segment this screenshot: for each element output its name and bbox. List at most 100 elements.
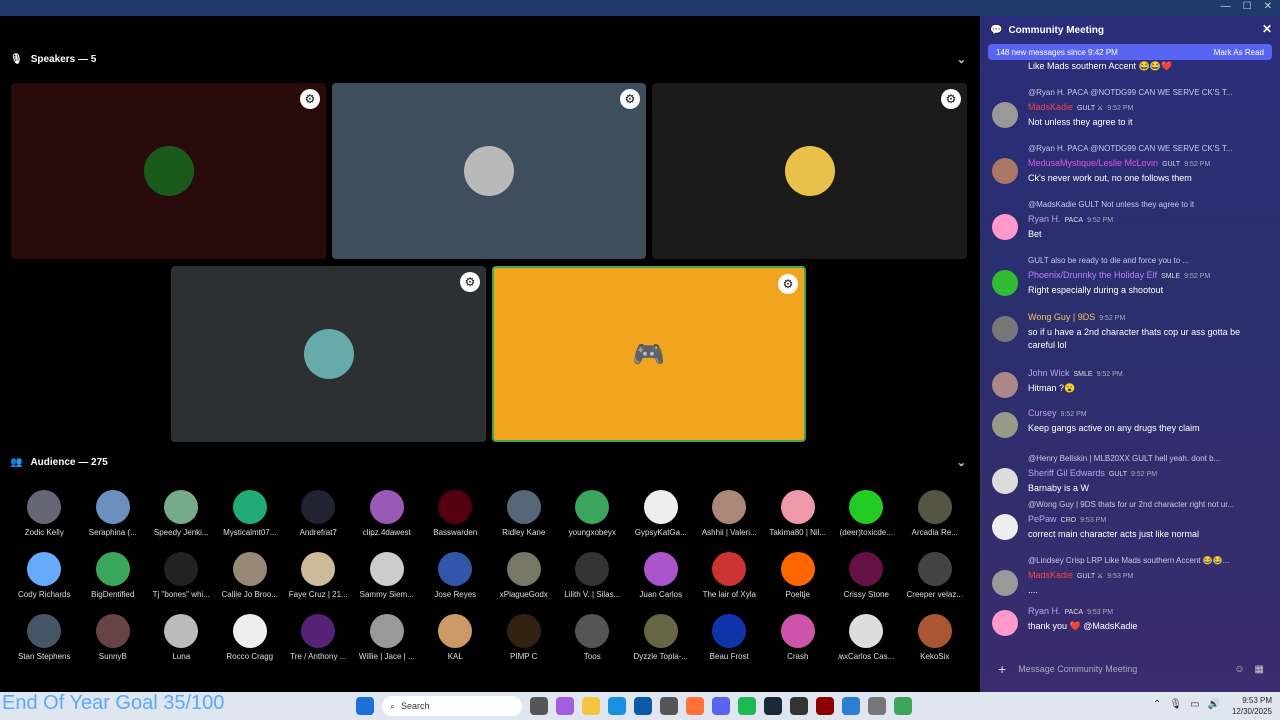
game-icon[interactable]	[816, 697, 834, 715]
spotify-icon[interactable]	[738, 697, 756, 715]
avatar[interactable]	[992, 468, 1018, 494]
firefox-icon[interactable]	[686, 697, 704, 715]
clock[interactable]: 9:53 PM 12/30/2025	[1232, 695, 1272, 717]
avatar[interactable]	[992, 610, 1018, 636]
network-icon[interactable]: ▭	[1190, 699, 1199, 710]
avatar[interactable]	[992, 316, 1018, 342]
author-name[interactable]: Phoenix/Drunnky the Holiday Elf	[1028, 270, 1157, 280]
copilot-icon[interactable]	[556, 697, 574, 715]
mark-read-button[interactable]: Mark As Read	[1214, 48, 1264, 57]
audience-member[interactable]: Crissy Stone	[832, 552, 901, 608]
audience-member[interactable]: Ashhii | Valeri...	[695, 490, 764, 546]
tile-settings-icon[interactable]: ⚙	[460, 272, 480, 292]
avatar[interactable]	[992, 102, 1018, 128]
audience-member[interactable]: Toos	[558, 614, 627, 670]
audience-member[interactable]: Seraphina (...	[79, 490, 148, 546]
audience-member[interactable]: Andrefrat7	[284, 490, 353, 546]
audience-header[interactable]: 👥 Audience — 275 ⌄	[10, 457, 968, 469]
emoji-icon[interactable]: ☺	[1234, 664, 1244, 675]
avatar[interactable]	[992, 270, 1018, 296]
store-icon[interactable]	[634, 697, 652, 715]
audience-member[interactable]: Creeper velaz...	[901, 552, 970, 608]
reply-preview[interactable]: @MadsKadie GULT Not unless they agree to…	[1028, 200, 1194, 209]
app2-icon[interactable]	[894, 697, 912, 715]
new-messages-bar[interactable]: 148 new messages since 9:42 PM Mark As R…	[988, 44, 1272, 60]
speaker-tile[interactable]: ⚙	[652, 83, 967, 259]
mic-icon[interactable]: 🎙	[1169, 699, 1182, 710]
tile-settings-icon[interactable]: ⚙	[941, 89, 961, 109]
edge-icon[interactable]	[608, 697, 626, 715]
reply-preview[interactable]: @Wong Guy | 9DS thats for ur 2nd charact…	[1028, 500, 1234, 509]
audience-member[interactable]: Takima80 | Nil...	[764, 490, 833, 546]
steam-icon[interactable]	[764, 697, 782, 715]
audience-member[interactable]: ʍxCarlos Cas...	[832, 614, 901, 670]
author-name[interactable]: Ryan H.	[1028, 214, 1061, 224]
tile-settings-icon[interactable]: ⚙	[620, 89, 640, 109]
plus-icon[interactable]: +	[998, 661, 1006, 677]
audience-member[interactable]: Basswarden	[421, 490, 490, 546]
speaker-tile[interactable]: ⚙	[332, 83, 646, 259]
reply-preview[interactable]: @Lindsey Crisp LRP Like Mads southern Ac…	[1028, 556, 1229, 565]
search-box[interactable]: ⌕ Search	[382, 696, 522, 716]
audience-member[interactable]: Mysticalmt07...	[216, 490, 285, 546]
tile-settings-icon[interactable]: ⚙	[778, 274, 798, 294]
speaker-tile[interactable]: 🎮 ⚙	[492, 266, 806, 442]
avatar[interactable]	[992, 158, 1018, 184]
author-name[interactable]: MadsKadie	[1028, 102, 1073, 112]
author-name[interactable]: Wong Guy | 9DS	[1028, 312, 1095, 322]
audience-member[interactable]: Cody Richards	[10, 552, 79, 608]
tile-settings-icon[interactable]: ⚙	[300, 89, 320, 109]
audience-member[interactable]: Tj "bones" whi...	[147, 552, 216, 608]
chevron-down-icon[interactable]: ⌄	[957, 53, 966, 66]
audience-member[interactable]: Sammy Siem...	[353, 552, 422, 608]
audience-member[interactable]: Beau Frost	[695, 614, 764, 670]
avatar[interactable]	[992, 372, 1018, 398]
author-name[interactable]: Sheriff Gil Edwards	[1028, 468, 1105, 478]
author-name[interactable]: Cursey	[1028, 408, 1057, 418]
author-name[interactable]: Ryan H.	[1028, 606, 1061, 616]
author-name[interactable]: PePaw	[1028, 514, 1057, 524]
audience-member[interactable]: xPlagueGodx	[490, 552, 559, 608]
reply-preview[interactable]: @Ryan H. PACA @NOTDG99 CAN WE SERVE CK'S…	[1028, 144, 1233, 153]
audience-member[interactable]: Tre / Anthony ...	[284, 614, 353, 670]
maximize-icon[interactable]: ☐	[1243, 1, 1252, 12]
audience-member[interactable]: Speedy Jenki...	[147, 490, 216, 546]
close-window-icon[interactable]: ✕	[1264, 1, 1272, 12]
audience-member[interactable]: clipz.4dawest	[353, 490, 422, 546]
avatar[interactable]	[992, 570, 1018, 596]
audience-member[interactable]: Poeltje	[764, 552, 833, 608]
minimize-icon[interactable]: —	[1221, 1, 1231, 12]
reply-preview[interactable]: GULT also be ready to die and force you …	[1028, 256, 1189, 265]
audience-member[interactable]: KAL	[421, 614, 490, 670]
avatar[interactable]	[992, 514, 1018, 540]
apps-icon[interactable]: ▦	[1255, 664, 1264, 675]
audience-member[interactable]: GypsyKatGa...	[627, 490, 696, 546]
reply-preview[interactable]: @Ryan H. PACA @NOTDG99 CAN WE SERVE CK'S…	[1028, 88, 1233, 97]
discord-icon[interactable]	[712, 697, 730, 715]
notepad-icon[interactable]	[842, 697, 860, 715]
audience-member[interactable]: Callie Jo Broo...	[216, 552, 285, 608]
author-name[interactable]: MedusaMystique/Leslie McLovin	[1028, 158, 1158, 168]
audience-member[interactable]: Lilith V. | Silas...	[558, 552, 627, 608]
author-name[interactable]: John Wick	[1028, 368, 1070, 378]
terminal-icon[interactable]	[790, 697, 808, 715]
author-name[interactable]: MadsKadie	[1028, 570, 1073, 580]
audience-member[interactable]: Arcadia Re...	[901, 490, 970, 546]
reply-preview[interactable]: @Henry Bellskin | MLB20XX GULT hell yeah…	[1028, 454, 1220, 463]
speaker-tile[interactable]: ⚙	[171, 266, 486, 442]
file-explorer-icon[interactable]	[582, 697, 600, 715]
chevron-up-icon[interactable]: ⌃	[1153, 699, 1161, 710]
audience-member[interactable]: Stan Stephens	[10, 614, 79, 670]
volume-icon[interactable]: 🔊	[1208, 699, 1220, 710]
audience-member[interactable]: Jose Reyes	[421, 552, 490, 608]
start-icon[interactable]	[356, 697, 374, 715]
avatar[interactable]	[992, 412, 1018, 438]
task-view-icon[interactable]	[530, 697, 548, 715]
audience-member[interactable]: Rocco Cragg	[216, 614, 285, 670]
audience-member[interactable]: BigDentified	[79, 552, 148, 608]
audience-member[interactable]: KekoSix	[901, 614, 970, 670]
audience-member[interactable]: SunnyB	[79, 614, 148, 670]
settings-icon[interactable]	[868, 697, 886, 715]
audience-member[interactable]: Willie | Jace | ...	[353, 614, 422, 670]
speaker-tile[interactable]: ⚙	[11, 83, 326, 259]
